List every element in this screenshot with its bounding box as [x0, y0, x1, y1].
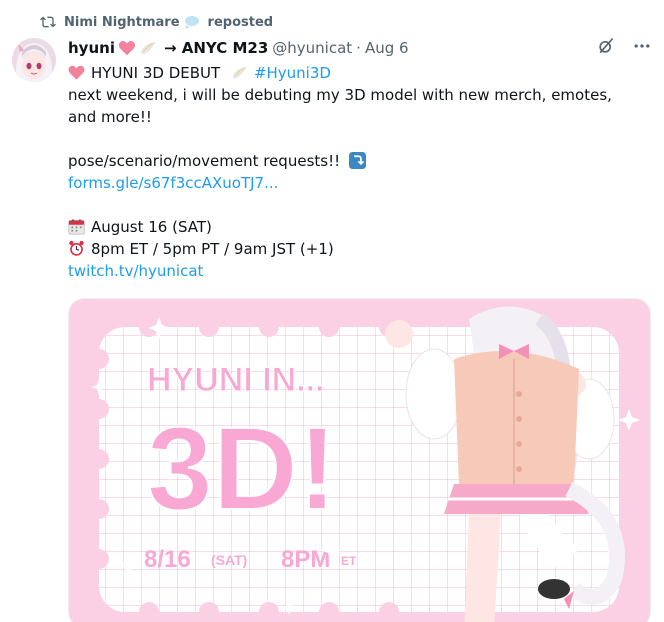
post-line: and more!!: [68, 108, 152, 126]
post-title-line: HYUNI 3D DEBUT #Hyuni3D: [68, 62, 638, 84]
author-name[interactable]: hyuni → ANYC M23: [68, 39, 268, 57]
wing-icon: [141, 42, 156, 55]
post-line: next weekend, i will be debuting my 3D m…: [68, 86, 612, 104]
event-time: 8pm ET / 5pm PT / 9am JST (+1): [91, 240, 334, 258]
requests-line: pose/scenario/movement requests!!: [68, 150, 638, 172]
separator-dot: ·: [356, 39, 361, 57]
post-header: hyuni → ANYC M23 @hyunicat · Aug 6: [68, 37, 652, 59]
author-display-name: hyuni: [68, 39, 115, 57]
hashtag-link[interactable]: #Hyuni3D: [254, 64, 331, 82]
post-text: HYUNI 3D DEBUT #Hyuni3D next weekend, i …: [68, 62, 638, 282]
post-media-image[interactable]: HYUNI IN... 3D! 8/16 (SAT) 8PM ET: [68, 298, 651, 622]
author-affiliation: → ANYC M23: [163, 39, 269, 57]
header-actions: [596, 36, 652, 56]
more-icon[interactable]: [632, 36, 652, 56]
repost-label: reposted: [207, 14, 274, 30]
wing-icon: [232, 66, 247, 79]
repost-indicator[interactable]: Nimi Nightmare reposted: [40, 12, 273, 32]
post-title: HYUNI 3D DEBUT: [91, 64, 221, 82]
debut-poster: HYUNI IN... 3D! 8/16 (SAT) 8PM ET: [69, 299, 650, 622]
time-line: 8pm ET / 5pm PT / 9am JST (+1): [68, 238, 638, 260]
date-line: August 16 (SAT): [68, 216, 638, 238]
repost-user[interactable]: Nimi Nightmare: [64, 14, 200, 30]
twitch-link-line: twitch.tv/hyunicat: [68, 260, 638, 282]
heart-icon: [118, 41, 136, 56]
alarm-clock-icon: [69, 240, 84, 256]
thought-cloud-icon: [184, 16, 199, 29]
poster-timezone: ET: [341, 554, 357, 568]
post-date[interactable]: Aug 6: [365, 39, 409, 57]
calendar-icon: [68, 219, 85, 235]
poster-big-text: 3D!: [147, 403, 337, 535]
poster-day: (SAT): [211, 552, 247, 568]
avatar[interactable]: [12, 38, 56, 82]
down-arrow-icon: [348, 152, 366, 169]
repost-icon: [40, 16, 56, 28]
forms-link-line: forms.gle/s67f3ccAXuoTJ7...: [68, 172, 638, 194]
twitch-link[interactable]: twitch.tv/hyunicat: [68, 262, 203, 280]
author-handle[interactable]: @hyunicat: [272, 39, 352, 57]
requests-text: pose/scenario/movement requests!!: [68, 152, 341, 170]
heart-icon: [68, 65, 85, 80]
forms-link[interactable]: forms.gle/s67f3ccAXuoTJ7...: [68, 174, 278, 192]
poster-date: 8/16: [144, 546, 191, 573]
repost-user-name: Nimi Nightmare: [64, 14, 180, 30]
poster-headline: HYUNI IN...: [147, 361, 325, 399]
grok-icon[interactable]: [596, 36, 616, 56]
event-date: August 16 (SAT): [91, 218, 212, 236]
avatar-image: [12, 38, 56, 82]
